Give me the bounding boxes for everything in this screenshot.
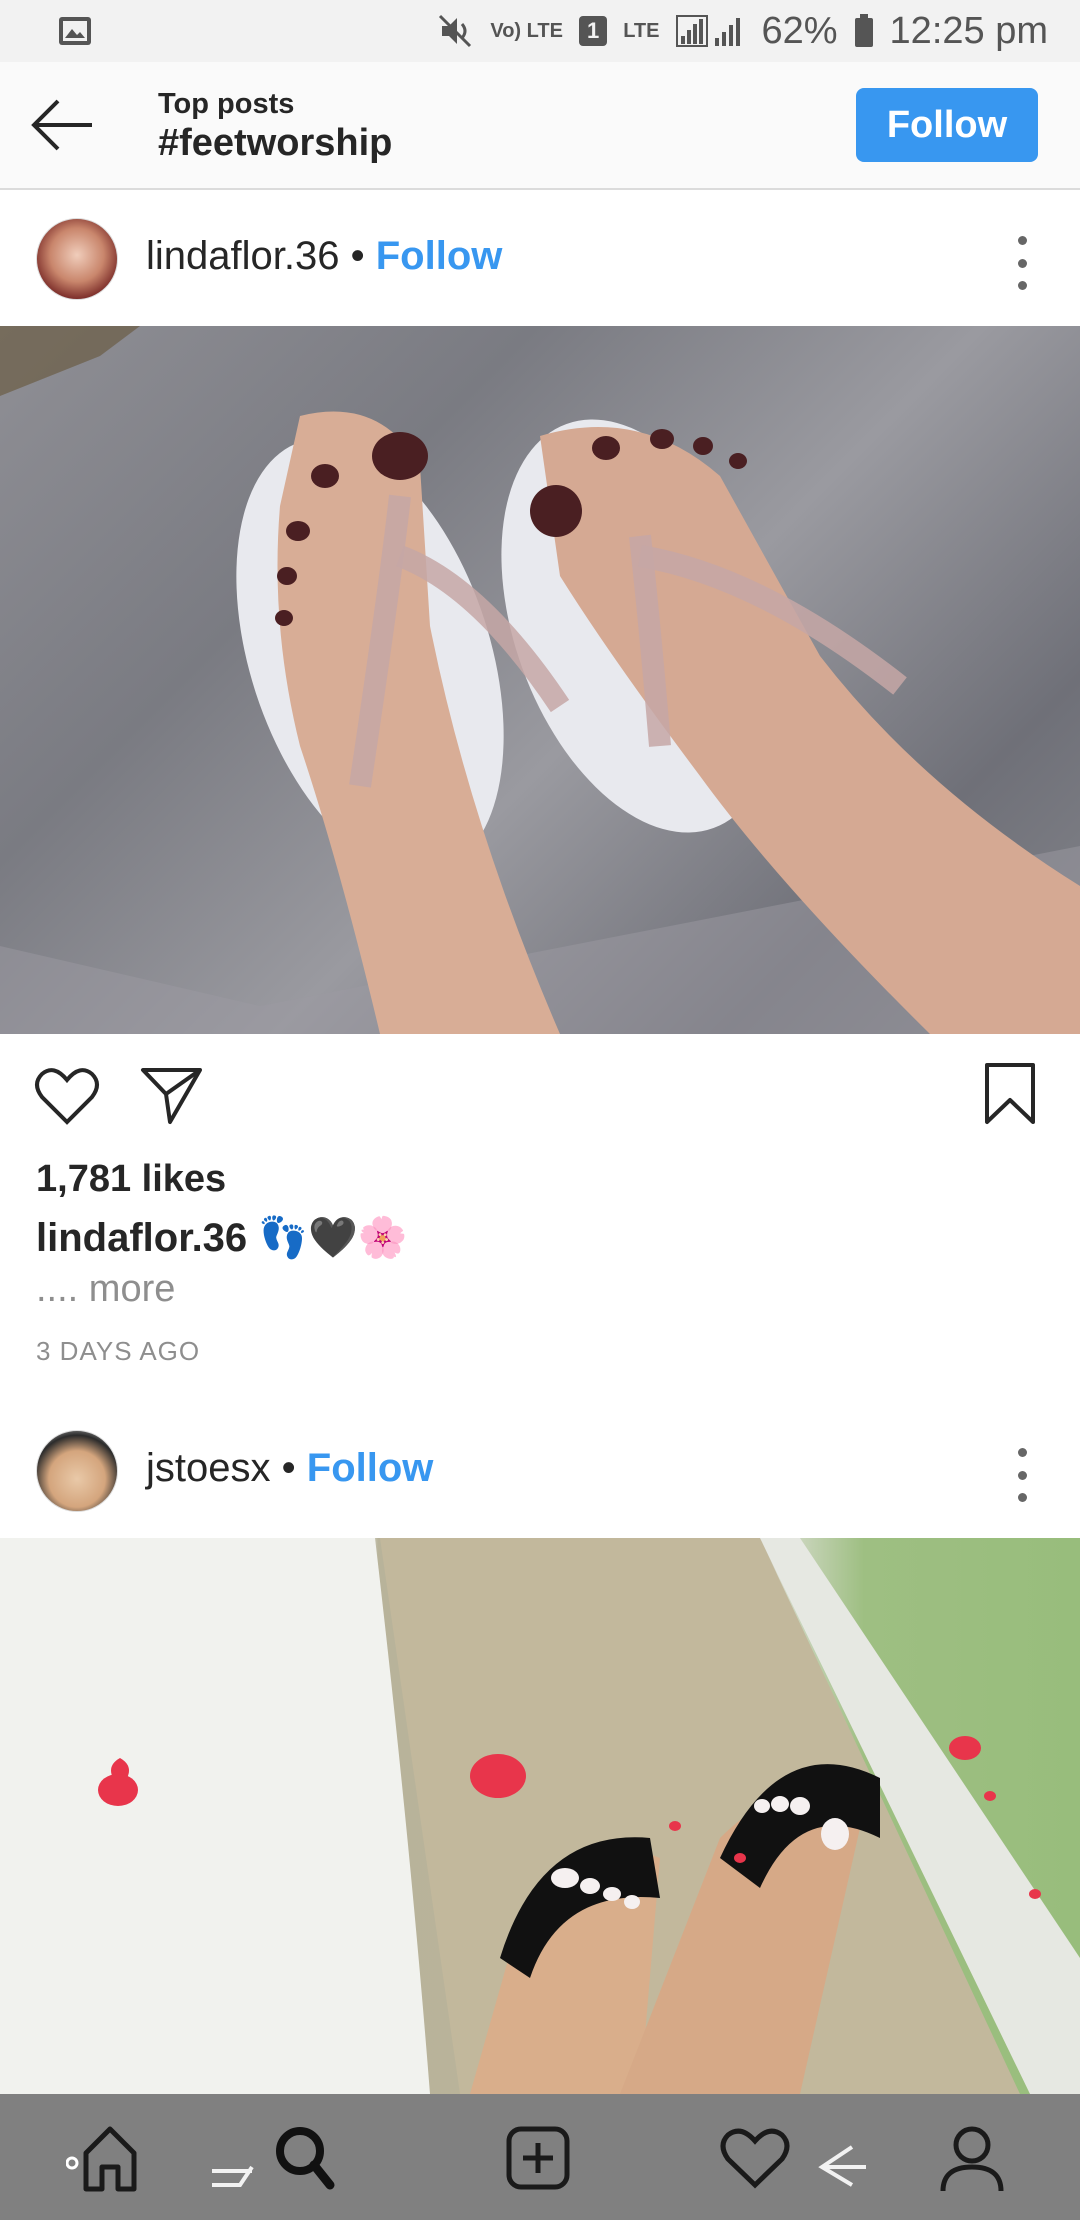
like-heart-icon[interactable]: [34, 1066, 100, 1126]
avatar[interactable]: [36, 1430, 118, 1512]
search-icon: [212, 2127, 335, 2190]
post-header: jstoesx • Follow: [0, 1404, 1080, 1538]
bottom-navigation: [0, 2094, 1080, 2220]
nav-search[interactable]: [200, 2118, 350, 2198]
clock: 12:25 pm: [889, 9, 1048, 52]
lte-indicator: LTE: [623, 20, 660, 42]
nav-new-post[interactable]: [498, 2118, 578, 2198]
nav-activity[interactable]: [718, 2118, 868, 2198]
hashtag-title: #feetworship: [158, 122, 393, 164]
caption-username[interactable]: lindaflor.36: [36, 1216, 247, 1260]
more-options-icon[interactable]: [1014, 236, 1030, 290]
post-actions: [0, 1050, 1080, 1140]
post-timestamp: 3 DAYS AGO: [36, 1336, 201, 1366]
separator: •: [350, 234, 365, 278]
post-username-line: jstoesx • Follow: [146, 1446, 433, 1491]
caption-text: 👣🖤🌸: [258, 1216, 408, 1260]
header-subtitle: Top posts: [158, 88, 295, 120]
status-indicators: Vo) LTE 1 LTE 62% 12:25 pm: [438, 10, 1048, 53]
post-image[interactable]: [0, 1538, 1080, 2094]
volte-indicator: Vo) LTE: [490, 20, 563, 42]
back-arrow-icon: [31, 99, 92, 151]
post-username-line: lindaflor.36 • Follow: [146, 234, 502, 279]
username[interactable]: jstoesx: [146, 1446, 271, 1490]
signal-icon: [676, 15, 741, 47]
post-image[interactable]: [0, 326, 1080, 1034]
battery-icon: [854, 14, 873, 47]
nav-home[interactable]: [66, 2118, 146, 2198]
share-send-icon[interactable]: [140, 1064, 204, 1126]
profile-icon: [940, 2126, 1004, 2192]
follow-user-link[interactable]: Follow: [307, 1446, 434, 1490]
bookmark-save-icon[interactable]: [984, 1062, 1036, 1126]
feet-in-sandals-image: [0, 326, 1080, 1034]
likes-count[interactable]: 1,781 likes: [36, 1158, 226, 1201]
more-options-icon[interactable]: [1014, 1448, 1030, 1502]
activity-heart-icon: [720, 2128, 866, 2189]
follow-hashtag-button[interactable]: Follow: [856, 88, 1038, 162]
feet-in-heels-image: [0, 1538, 1080, 2094]
add-post-icon: [506, 2126, 570, 2190]
battery-percent: 62%: [761, 9, 838, 52]
avatar[interactable]: [36, 218, 118, 300]
back-button[interactable]: [30, 98, 94, 152]
follow-user-link[interactable]: Follow: [376, 234, 503, 278]
status-bar: Vo) LTE 1 LTE 62% 12:25 pm: [0, 0, 1080, 62]
mute-icon: [439, 14, 472, 48]
caption-more-link[interactable]: .... more: [36, 1268, 175, 1311]
post-header: lindaflor.36 • Follow: [0, 192, 1080, 326]
home-icon: [66, 2126, 137, 2192]
separator: •: [281, 1446, 296, 1490]
nav-profile[interactable]: [932, 2118, 1012, 2198]
sim-indicator: 1: [578, 16, 608, 46]
username[interactable]: lindaflor.36: [146, 234, 339, 278]
hashtag-header: Top posts #feetworship Follow: [0, 62, 1080, 190]
post-caption: lindaflor.36 👣🖤🌸: [36, 1214, 408, 1261]
image-icon: [59, 17, 91, 45]
